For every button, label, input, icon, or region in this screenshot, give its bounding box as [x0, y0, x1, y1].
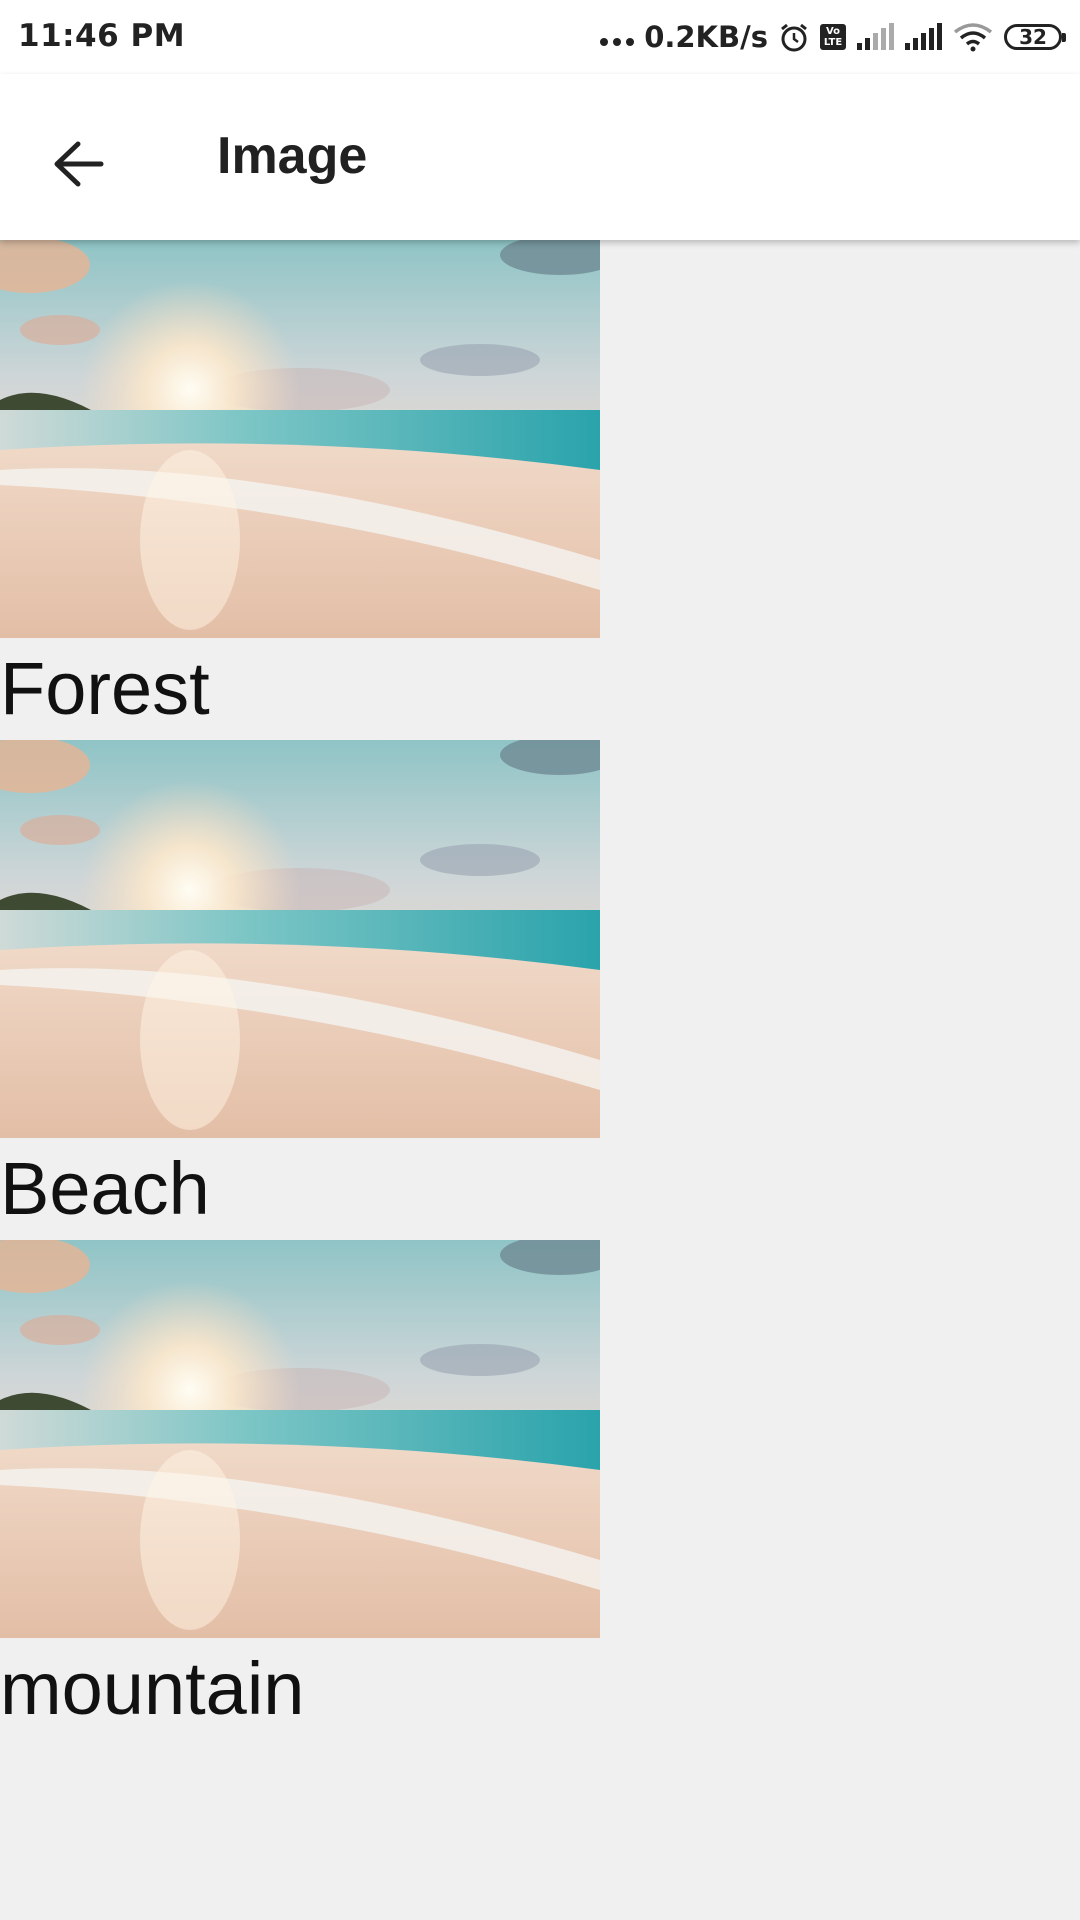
list-item[interactable]: mountain — [0, 1240, 600, 1740]
more-dots-icon — [600, 38, 635, 46]
alarm-icon — [778, 21, 810, 53]
signal-icon — [904, 23, 942, 51]
list-item[interactable]: Beach — [0, 740, 600, 1240]
battery-icon: 32 — [1004, 24, 1066, 50]
volte-icon: Vo LTE — [820, 24, 846, 50]
list-item[interactable]: Forest — [0, 240, 600, 740]
arrow-back-icon — [54, 141, 104, 187]
item-label: mountain — [0, 1647, 305, 1730]
page-title: Image — [217, 127, 368, 185]
status-icons: 0.2KB/s Vo LTE 32 — [600, 16, 1066, 58]
image-list: Forest Beach mountain — [0, 240, 600, 1740]
status-bar: 11:46 PM 0.2KB/s Vo LTE 32 — [0, 0, 1080, 74]
status-time: 11:46 PM — [18, 18, 186, 54]
beach-image — [0, 240, 600, 638]
beach-image — [0, 740, 600, 1138]
app-bar: Image — [0, 74, 1080, 240]
beach-image — [0, 1240, 600, 1638]
item-label: Forest — [0, 647, 210, 730]
network-speed: 0.2KB/s — [644, 20, 768, 54]
item-label: Beach — [0, 1147, 210, 1230]
wifi-icon — [952, 22, 994, 52]
back-button[interactable] — [40, 126, 116, 202]
signal-icon — [856, 23, 894, 51]
